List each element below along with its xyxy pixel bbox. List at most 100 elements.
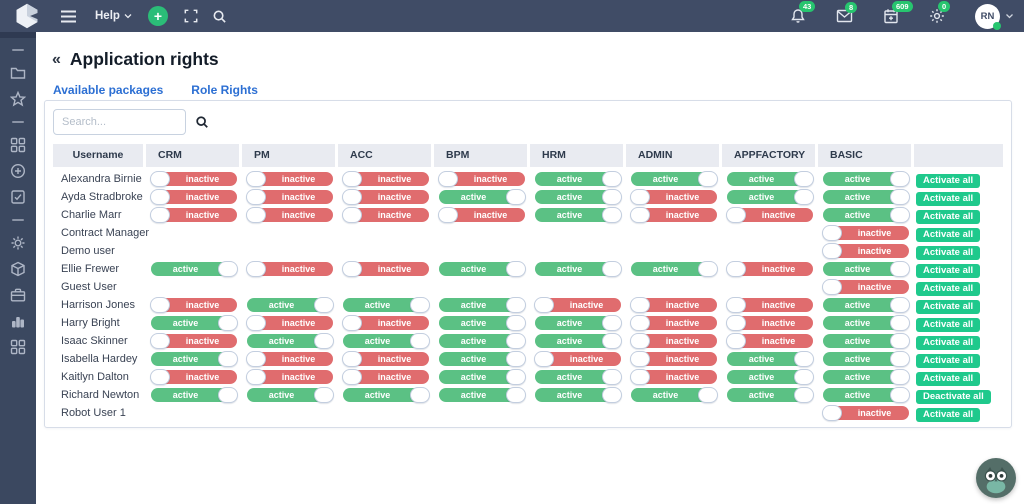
toggle-crm[interactable]: active bbox=[151, 386, 238, 403]
toggle-basic[interactable]: active bbox=[823, 314, 910, 331]
fullscreen-icon[interactable] bbox=[184, 9, 198, 23]
toggle-basic[interactable]: inactive bbox=[822, 404, 909, 421]
sidebar-item-folder-icon[interactable] bbox=[10, 65, 26, 81]
toggle-pm[interactable]: active bbox=[247, 386, 334, 403]
toggle-acc[interactable]: inactive bbox=[342, 314, 429, 331]
toggle-bpm[interactable]: inactive bbox=[438, 170, 525, 187]
toggle-basic[interactable]: active bbox=[823, 368, 910, 385]
toggle-hrm[interactable]: active bbox=[535, 386, 622, 403]
avatar[interactable]: RN bbox=[975, 3, 1001, 30]
toggle-crm[interactable]: inactive bbox=[150, 296, 237, 313]
toggle-basic[interactable]: active bbox=[823, 296, 910, 313]
toggle-hrm[interactable]: active bbox=[535, 314, 622, 331]
toggle-bpm[interactable]: active bbox=[439, 350, 526, 367]
toggle-admin[interactable]: inactive bbox=[630, 296, 717, 313]
toggle-pm[interactable]: active bbox=[247, 332, 334, 349]
search-input[interactable] bbox=[53, 109, 186, 135]
toggle-basic[interactable]: inactive bbox=[822, 278, 909, 295]
sidebar-item-package-icon[interactable] bbox=[10, 261, 26, 277]
search-icon[interactable] bbox=[195, 115, 209, 129]
toggle-appfactory[interactable]: active bbox=[727, 386, 814, 403]
deactivate-all-button[interactable]: Deactivate all bbox=[916, 389, 991, 404]
activate-all-button[interactable]: Activate all bbox=[916, 281, 981, 296]
toggle-pm[interactable]: inactive bbox=[246, 368, 333, 385]
toggle-pm[interactable]: inactive bbox=[246, 188, 333, 205]
help-menu[interactable]: Help bbox=[95, 10, 132, 22]
toggle-hrm[interactable]: inactive bbox=[534, 350, 621, 367]
activate-all-button[interactable]: Activate all bbox=[916, 299, 981, 314]
toggle-acc[interactable]: inactive bbox=[342, 188, 429, 205]
toggle-appfactory[interactable]: inactive bbox=[726, 260, 813, 277]
toggle-pm[interactable]: inactive bbox=[246, 206, 333, 223]
toggle-admin[interactable]: inactive bbox=[630, 206, 717, 223]
toggle-pm[interactable]: active bbox=[247, 296, 334, 313]
toggle-acc[interactable]: active bbox=[343, 332, 430, 349]
toggle-acc[interactable]: inactive bbox=[342, 260, 429, 277]
toggle-appfactory[interactable]: inactive bbox=[726, 314, 813, 331]
messages-envelope-icon[interactable]: 8 bbox=[836, 2, 858, 23]
toggle-hrm[interactable]: inactive bbox=[534, 296, 621, 313]
toggle-basic[interactable]: active bbox=[823, 260, 910, 277]
activate-all-button[interactable]: Activate all bbox=[916, 245, 981, 260]
toggle-bpm[interactable]: active bbox=[439, 188, 526, 205]
toggle-admin[interactable]: inactive bbox=[630, 332, 717, 349]
sidebar-item-apps-grid-icon[interactable] bbox=[10, 137, 26, 153]
toggle-basic[interactable]: active bbox=[823, 170, 910, 187]
toggle-appfactory[interactable]: active bbox=[727, 350, 814, 367]
toggle-hrm[interactable]: active bbox=[535, 206, 622, 223]
toggle-acc[interactable]: inactive bbox=[342, 350, 429, 367]
toggle-acc[interactable]: active bbox=[343, 296, 430, 313]
toggle-admin[interactable]: inactive bbox=[630, 188, 717, 205]
collapse-back-chevrons[interactable]: « bbox=[52, 51, 61, 68]
toggle-appfactory[interactable]: active bbox=[727, 188, 814, 205]
toggle-acc[interactable]: inactive bbox=[342, 206, 429, 223]
toggle-acc[interactable]: inactive bbox=[342, 368, 429, 385]
toggle-admin[interactable]: active bbox=[631, 386, 718, 403]
activate-all-button[interactable]: Activate all bbox=[916, 371, 981, 386]
toggle-admin[interactable]: inactive bbox=[630, 314, 717, 331]
toggle-hrm[interactable]: active bbox=[535, 188, 622, 205]
toggle-hrm[interactable]: active bbox=[535, 260, 622, 277]
toggle-bpm[interactable]: active bbox=[439, 386, 526, 403]
toggle-basic[interactable]: active bbox=[823, 206, 910, 223]
toggle-pm[interactable]: inactive bbox=[246, 350, 333, 367]
toggle-basic[interactable]: active bbox=[823, 350, 910, 367]
activate-all-button[interactable]: Activate all bbox=[916, 317, 981, 332]
toggle-admin[interactable]: inactive bbox=[630, 350, 717, 367]
sidebar-item-tasks-check-icon[interactable] bbox=[10, 189, 26, 205]
toggle-admin[interactable]: active bbox=[631, 170, 718, 187]
toggle-acc[interactable]: active bbox=[343, 386, 430, 403]
sidebar-item-gear-icon[interactable] bbox=[10, 235, 26, 251]
activate-all-button[interactable]: Activate all bbox=[916, 407, 981, 422]
toggle-pm[interactable]: inactive bbox=[246, 314, 333, 331]
toggle-appfactory[interactable]: inactive bbox=[726, 332, 813, 349]
activate-all-button[interactable]: Activate all bbox=[916, 209, 981, 224]
sidebar-item-add-circle-icon[interactable] bbox=[10, 163, 26, 179]
notifications-bell-icon[interactable]: 43 bbox=[790, 1, 816, 24]
toggle-crm[interactable]: inactive bbox=[150, 368, 237, 385]
toggle-bpm[interactable]: active bbox=[439, 314, 526, 331]
toggle-crm[interactable]: inactive bbox=[150, 206, 237, 223]
activate-all-button[interactable]: Activate all bbox=[916, 353, 981, 368]
user-menu[interactable]: RN bbox=[975, 3, 1014, 30]
activate-all-button[interactable]: Activate all bbox=[916, 227, 981, 242]
toggle-bpm[interactable]: inactive bbox=[438, 206, 525, 223]
toggle-bpm[interactable]: active bbox=[439, 332, 526, 349]
activate-all-button[interactable]: Activate all bbox=[916, 335, 981, 350]
calendar-icon[interactable]: 609 bbox=[883, 1, 913, 24]
activate-all-button[interactable]: Activate all bbox=[916, 173, 981, 188]
toggle-pm[interactable]: inactive bbox=[246, 260, 333, 277]
topbar-search-icon[interactable] bbox=[212, 9, 227, 24]
toggle-crm[interactable]: inactive bbox=[150, 188, 237, 205]
toggle-crm[interactable]: active bbox=[151, 260, 238, 277]
toggle-crm[interactable]: inactive bbox=[150, 170, 237, 187]
sidebar-item-star-icon[interactable] bbox=[10, 91, 26, 107]
toggle-basic[interactable]: active bbox=[823, 332, 910, 349]
toggle-bpm[interactable]: active bbox=[439, 260, 526, 277]
toggle-basic[interactable]: active bbox=[823, 188, 910, 205]
toggle-crm[interactable]: active bbox=[151, 350, 238, 367]
sidebar-item-stats-chart-icon[interactable] bbox=[10, 313, 26, 329]
toggle-bpm[interactable]: active bbox=[439, 296, 526, 313]
assistant-owl-widget-button[interactable] bbox=[976, 458, 1016, 498]
toggle-appfactory[interactable]: inactive bbox=[726, 206, 813, 223]
